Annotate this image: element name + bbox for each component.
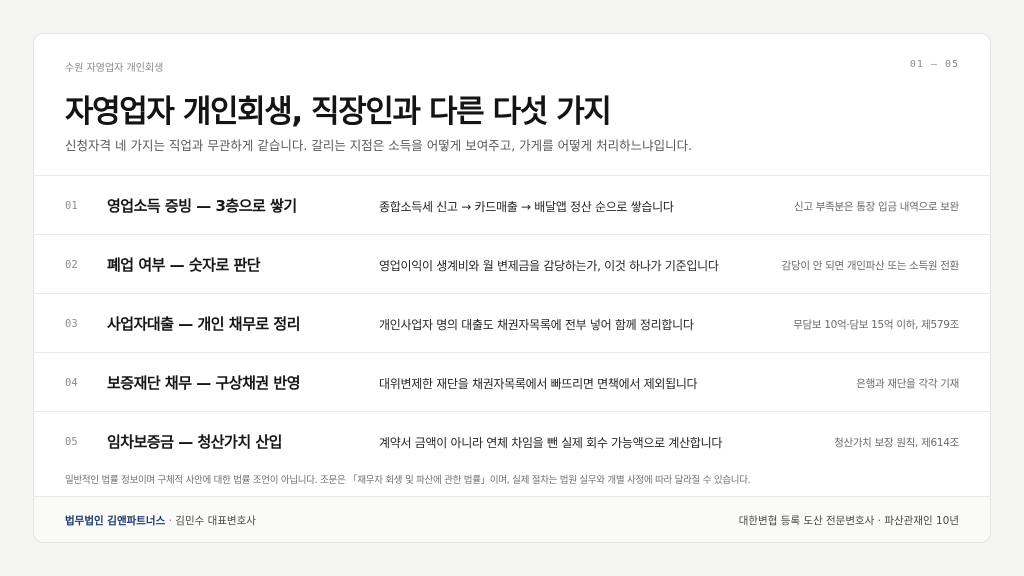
item-number: 05 xyxy=(65,436,78,448)
item-description: 계약서 금액이 아니라 연체 차임을 뺀 실제 회수 가능액으로 계산합니다 xyxy=(379,436,723,450)
firm-name: 법무법인 김앤파트너스 xyxy=(65,515,166,527)
item-note: 청산가치 보장 원칙, 제614조 xyxy=(834,437,959,449)
item-description: 개인사업자 명의 대출도 채권자목록에 전부 넣어 함께 정리합니다 xyxy=(379,318,694,332)
separator: · xyxy=(165,515,176,527)
item-description: 대위변제한 재단을 채권자목록에서 빠뜨리면 면책에서 제외됩니다 xyxy=(379,377,698,391)
list-item: 05 임차보증금 — 청산가치 산입 계약서 금액이 아니라 연체 차임을 뺀 … xyxy=(34,411,990,470)
list-item: 03 사업자대출 — 개인 채무로 정리 개인사업자 명의 대출도 채권자목록에… xyxy=(34,293,990,352)
page-range: 01 — 05 xyxy=(909,59,959,70)
item-title: 폐업 여부 — 숫자로 판단 xyxy=(107,256,261,274)
item-number: 01 xyxy=(65,200,78,212)
item-number: 03 xyxy=(65,318,78,330)
page-title: 자영업자 개인회생, 직장인과 다른 다섯 가지 xyxy=(65,94,612,130)
item-title: 임차보증금 — 청산가치 산입 xyxy=(107,433,282,451)
item-number: 04 xyxy=(65,377,78,389)
item-note: 신고 부족분은 통장 입금 내역으로 보완 xyxy=(794,201,959,213)
item-description: 종합소득세 신고 → 카드매출 → 배달앱 정산 순으로 쌓습니다 xyxy=(379,200,674,214)
list-item: 04 보증재단 채무 — 구상채권 반영 대위변제한 재단을 채권자목록에서 빠… xyxy=(34,352,990,411)
item-title: 보증재단 채무 — 구상채권 반영 xyxy=(107,374,301,392)
legal-disclaimer: 일반적인 법률 정보이며 구체적 사안에 대한 법률 조언이 아닙니다. 조문은… xyxy=(65,475,751,486)
item-note: 감당이 안 되면 개인파산 또는 소득원 전환 xyxy=(781,260,960,272)
credentials: 대한변협 등록 도산 전문변호사 · 파산관재인 10년 xyxy=(738,515,959,527)
item-note: 은행과 재단을 각각 기재 xyxy=(856,378,959,390)
page-subtitle: 신청자격 네 가지는 직업과 무관하게 같습니다. 갈리는 지점은 소득을 어떻… xyxy=(65,138,693,153)
item-title: 사업자대출 — 개인 채무로 정리 xyxy=(107,315,301,333)
item-note: 무담보 10억·담보 15억 이하, 제579조 xyxy=(793,319,959,331)
footer: 법무법인 김앤파트너스 · 김민수 대표변호사 대한변협 등록 도산 전문변호사… xyxy=(34,496,990,542)
item-number: 02 xyxy=(65,259,78,271)
item-description: 영업이익이 생계비와 월 변제금을 감당하는가, 이것 하나가 기준입니다 xyxy=(379,259,719,273)
header: 수원 자영업자 개인회생 01 — 05 자영업자 개인회생, 직장인과 다른 … xyxy=(65,34,959,175)
eyebrow-label: 수원 자영업자 개인회생 xyxy=(65,63,164,74)
item-list: 01 영업소득 증빙 — 3층으로 쌓기 종합소득세 신고 → 카드매출 → 배… xyxy=(34,175,990,470)
list-item: 01 영업소득 증빙 — 3층으로 쌓기 종합소득세 신고 → 카드매출 → 배… xyxy=(34,175,990,234)
content-card: 수원 자영업자 개인회생 01 — 05 자영업자 개인회생, 직장인과 다른 … xyxy=(33,33,991,543)
lawyer-name: 김민수 대표변호사 xyxy=(175,515,256,527)
firm-signature: 법무법인 김앤파트너스 · 김민수 대표변호사 xyxy=(65,513,256,528)
list-item: 02 폐업 여부 — 숫자로 판단 영업이익이 생계비와 월 변제금을 감당하는… xyxy=(34,234,990,293)
item-title: 영업소득 증빙 — 3층으로 쌓기 xyxy=(107,197,297,215)
